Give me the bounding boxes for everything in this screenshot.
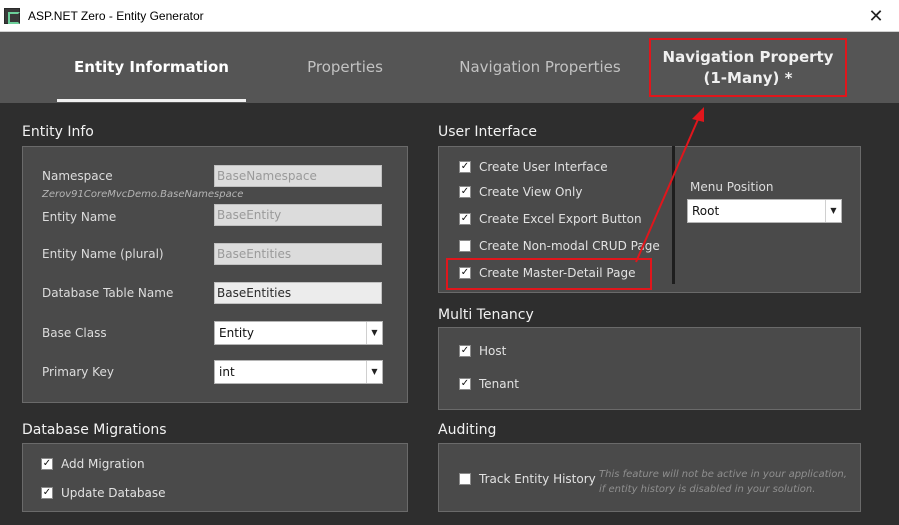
annotation-arrow bbox=[635, 107, 704, 263]
